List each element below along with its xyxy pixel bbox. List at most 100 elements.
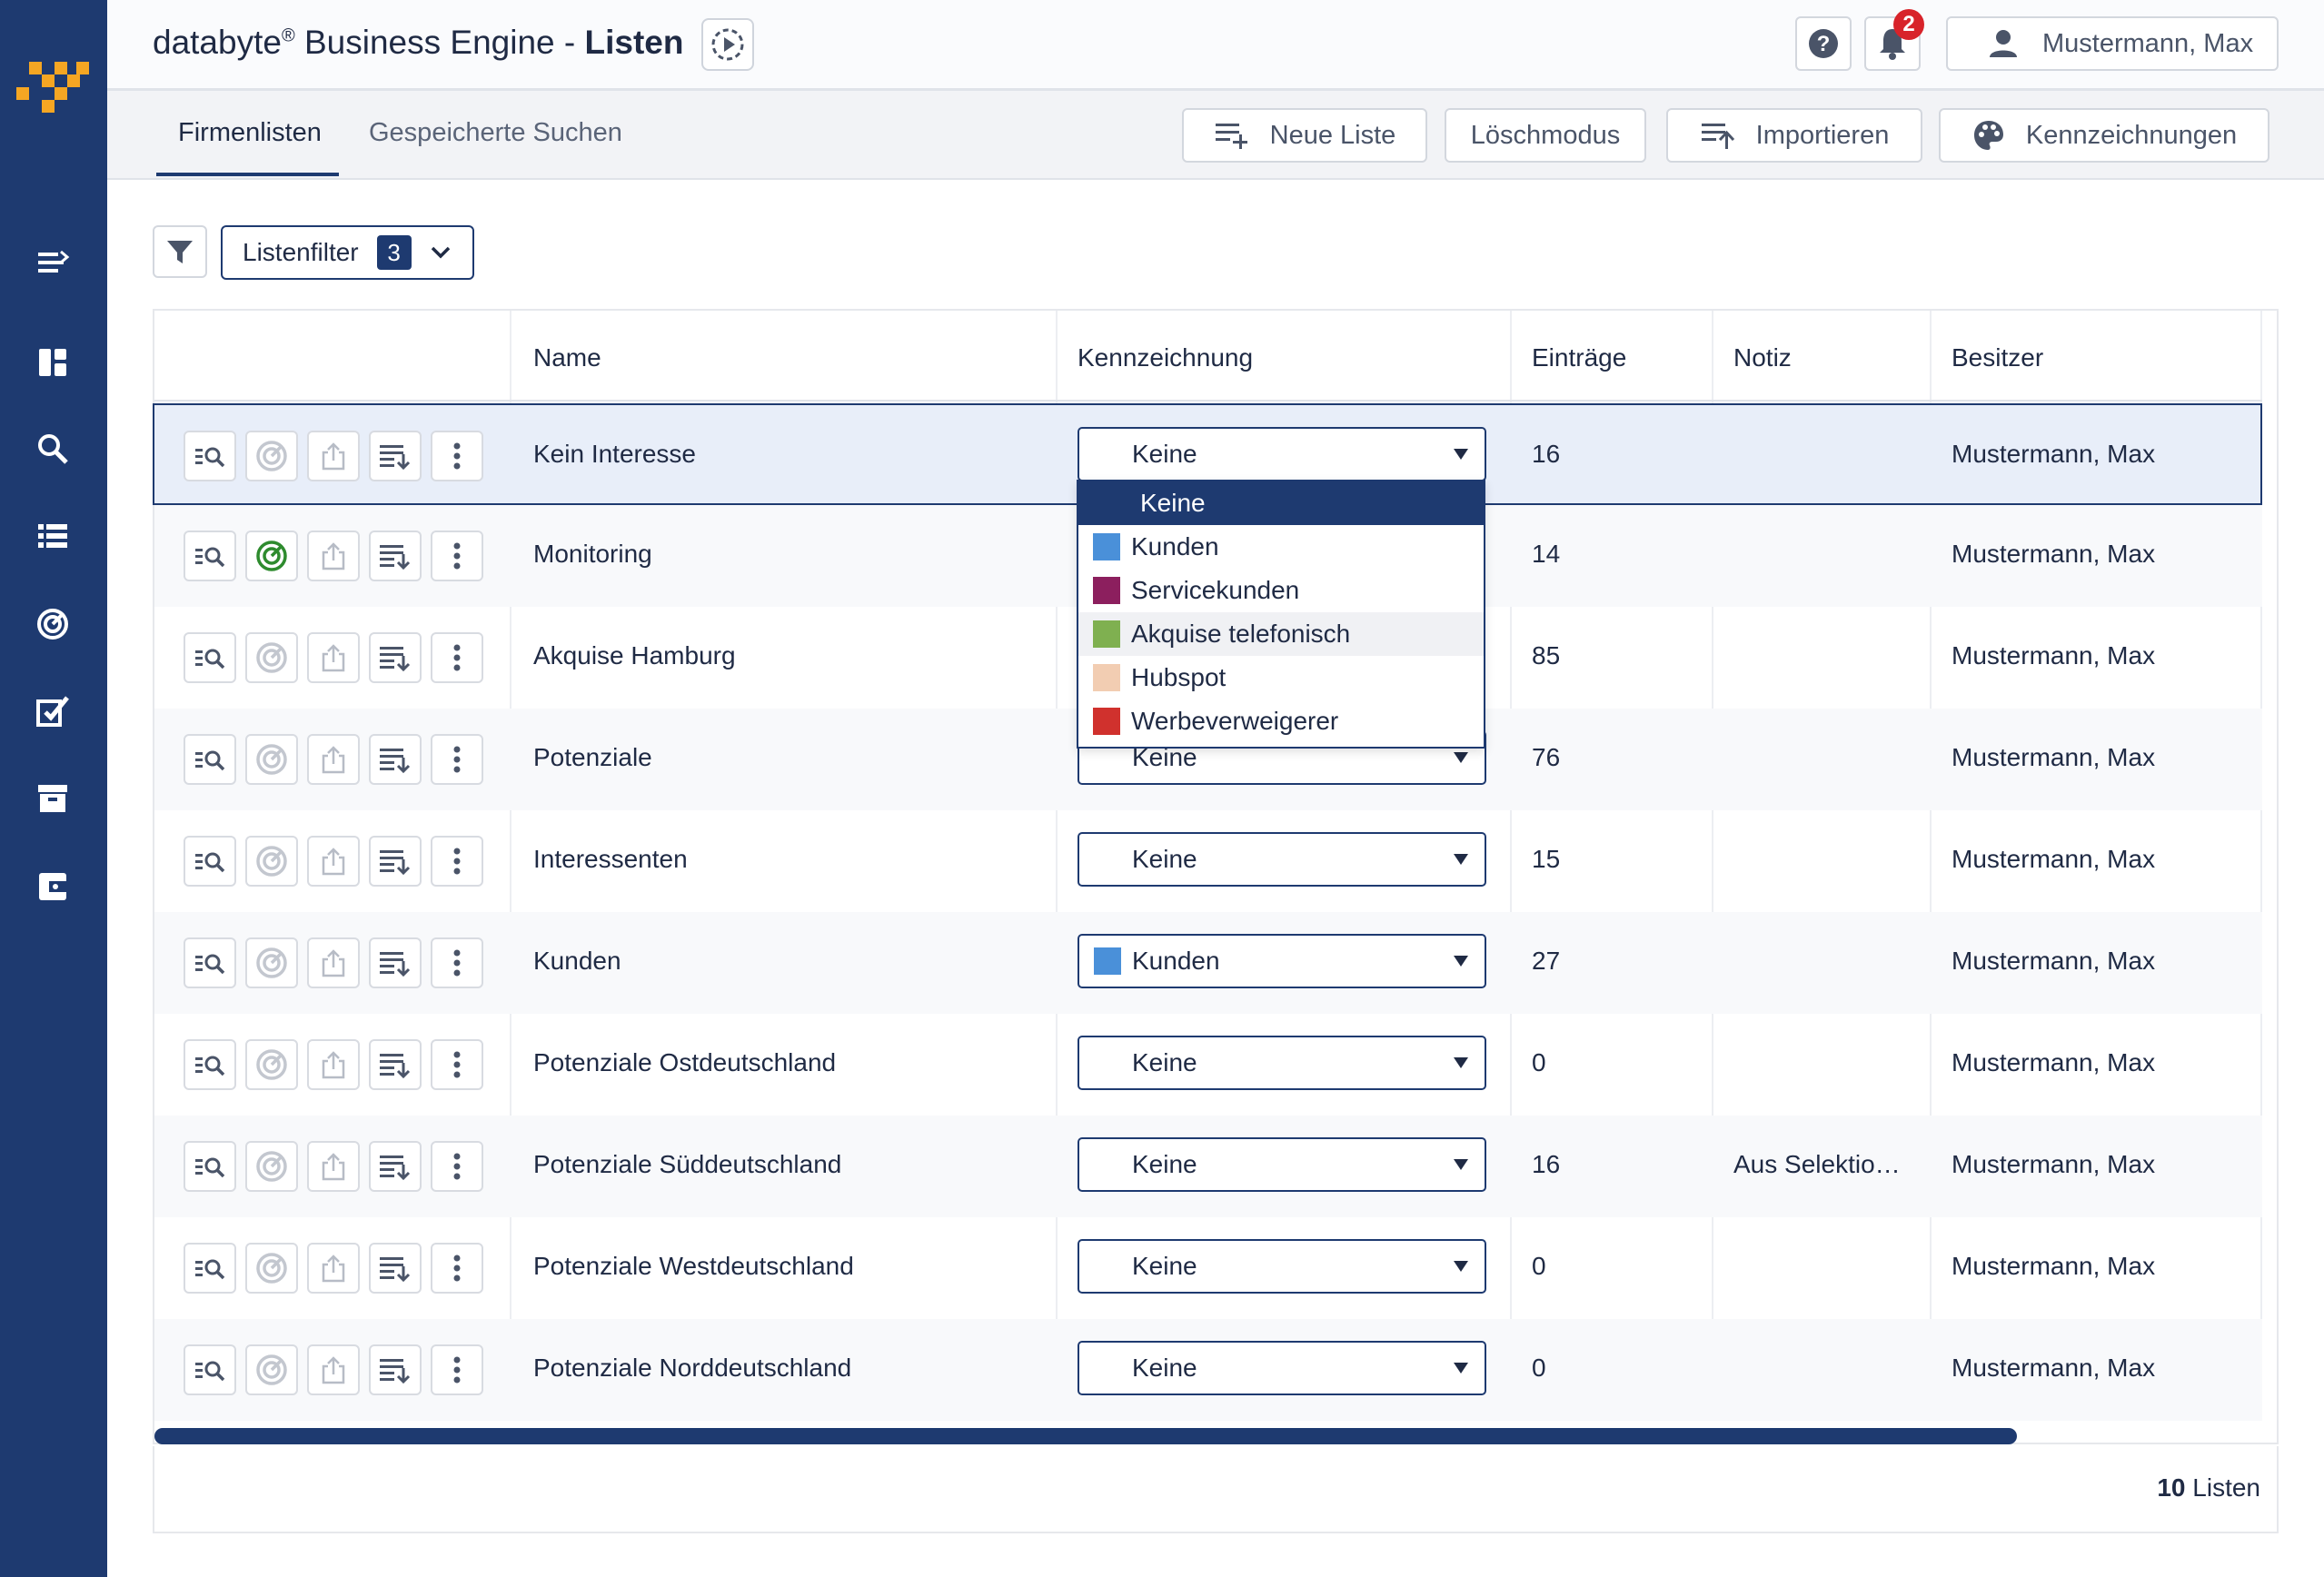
monitoring-toggle-button[interactable] — [245, 632, 298, 683]
dropdown-option-hubspot[interactable]: Hubspot — [1078, 656, 1484, 699]
label-select[interactable]: Keine — [1078, 1036, 1486, 1090]
export-button[interactable] — [307, 632, 360, 683]
dashboard-icon[interactable] — [31, 341, 74, 384]
monitoring-toggle-button[interactable] — [245, 1039, 298, 1090]
import-button[interactable]: Importieren — [1666, 108, 1922, 163]
list-search-icon — [195, 1056, 225, 1076]
owner-name: Mustermann, Max — [1952, 845, 2156, 873]
dropdown-option-kunden[interactable]: Kunden — [1078, 525, 1484, 569]
wallet-icon[interactable] — [31, 865, 74, 908]
label-select[interactable]: Keine — [1078, 1137, 1486, 1192]
open-list-button[interactable] — [184, 632, 236, 683]
more-actions-button[interactable] — [431, 937, 483, 988]
export-button[interactable] — [307, 1039, 360, 1090]
monitoring-toggle-button[interactable] — [245, 1243, 298, 1294]
labels-button[interactable]: Kennzeichnungen — [1939, 108, 2269, 163]
merge-list-button[interactable] — [369, 836, 422, 887]
monitoring-toggle-button[interactable] — [245, 937, 298, 988]
table-row[interactable]: Interessenten Keine 15 Mustermann, Max — [154, 810, 2262, 912]
more-actions-button[interactable] — [431, 1243, 483, 1294]
open-list-button[interactable] — [184, 531, 236, 581]
more-actions-button[interactable] — [431, 431, 483, 481]
tab-gespeicherte-suchen[interactable]: Gespeicherte Suchen — [369, 118, 622, 148]
label-select[interactable]: Keine — [1078, 427, 1486, 481]
lists-icon[interactable] — [31, 514, 74, 558]
export-button[interactable] — [307, 937, 360, 988]
export-button[interactable] — [307, 1141, 360, 1192]
table-row[interactable]: Potenziale Norddeutschland Keine 0 Musterma… — [154, 1319, 2262, 1421]
table-row[interactable]: Kunden Kunden 27 Mustermann, Max — [154, 912, 2262, 1014]
label-select[interactable]: Keine — [1078, 832, 1486, 887]
merge-list-button[interactable] — [369, 1344, 422, 1395]
monitoring-toggle-button[interactable] — [245, 1141, 298, 1192]
list-search-icon — [195, 852, 225, 873]
merge-list-button[interactable] — [369, 734, 422, 785]
monitoring-toggle-button[interactable] — [245, 531, 298, 581]
merge-list-button[interactable] — [369, 531, 422, 581]
user-menu-button[interactable]: Mustermann, Max — [1946, 16, 2279, 71]
export-button[interactable] — [307, 531, 360, 581]
owner-name: Mustermann, Max — [1952, 743, 2156, 771]
table-row[interactable]: Potenziale Süddeutschland Keine 16 Aus Sele… — [154, 1116, 2262, 1217]
column-header-label[interactable]: Kennzeichnung — [1078, 343, 1253, 372]
archive-icon[interactable] — [31, 777, 74, 820]
delete-mode-button[interactable]: Löschmodus — [1445, 108, 1646, 163]
notifications-button[interactable]: 2 — [1864, 9, 1924, 71]
more-actions-button[interactable] — [431, 836, 483, 887]
label-select[interactable]: Keine — [1078, 1239, 1486, 1294]
databyte-logo[interactable] — [16, 62, 89, 116]
monitoring-icon[interactable] — [31, 602, 74, 646]
merge-list-button[interactable] — [369, 1039, 422, 1090]
open-list-button[interactable] — [184, 1141, 236, 1192]
more-actions-button[interactable] — [431, 632, 483, 683]
column-header-owner[interactable]: Besitzer — [1952, 343, 2043, 372]
export-button[interactable] — [307, 431, 360, 481]
label-select[interactable]: Kunden — [1078, 934, 1486, 988]
help-button[interactable]: ? — [1795, 16, 1852, 71]
monitoring-toggle-button[interactable] — [245, 734, 298, 785]
merge-list-button[interactable] — [369, 632, 422, 683]
column-header-note[interactable]: Notiz — [1733, 343, 1792, 372]
open-list-button[interactable] — [184, 937, 236, 988]
open-list-button[interactable] — [184, 1344, 236, 1395]
table-row[interactable]: Potenziale Ostdeutschland Keine 0 Musterman… — [154, 1014, 2262, 1116]
export-button[interactable] — [307, 1344, 360, 1395]
tab-firmenlisten[interactable]: Firmenlisten — [178, 118, 322, 148]
dropdown-option-servicekunden[interactable]: Servicekunden — [1078, 569, 1484, 612]
column-header-entries[interactable]: Einträge — [1532, 343, 1626, 372]
merge-list-button[interactable] — [369, 937, 422, 988]
menu-toggle-icon[interactable] — [31, 241, 74, 284]
table-row[interactable]: Potenziale Westdeutschland Keine 0 Musterma… — [154, 1217, 2262, 1319]
merge-list-button[interactable] — [369, 1141, 422, 1192]
list-filter-dropdown[interactable]: Listenfilter 3 — [221, 225, 474, 280]
more-actions-button[interactable] — [431, 531, 483, 581]
label-select[interactable]: Keine — [1078, 1341, 1486, 1395]
dropdown-option-werbeverweigerer[interactable]: Werbeverweigerer — [1078, 699, 1484, 743]
more-actions-button[interactable] — [431, 1344, 483, 1395]
export-button[interactable] — [307, 734, 360, 785]
open-list-button[interactable] — [184, 836, 236, 887]
tour-play-button[interactable] — [701, 18, 754, 71]
open-list-button[interactable] — [184, 431, 236, 481]
horizontal-scrollbar[interactable] — [154, 1428, 2017, 1444]
export-button[interactable] — [307, 836, 360, 887]
monitoring-toggle-button[interactable] — [245, 836, 298, 887]
dropdown-option-keine[interactable]: Keine — [1078, 481, 1484, 525]
merge-list-button[interactable] — [369, 431, 422, 481]
monitoring-toggle-button[interactable] — [245, 431, 298, 481]
column-header-name[interactable]: Name — [533, 343, 601, 372]
new-list-button[interactable]: Neue Liste — [1182, 108, 1427, 163]
export-button[interactable] — [307, 1243, 360, 1294]
tasks-icon[interactable] — [31, 689, 74, 732]
more-actions-button[interactable] — [431, 734, 483, 785]
open-list-button[interactable] — [184, 1243, 236, 1294]
more-actions-button[interactable] — [431, 1141, 483, 1192]
filter-button[interactable] — [153, 225, 207, 278]
more-actions-button[interactable] — [431, 1039, 483, 1090]
open-list-button[interactable] — [184, 1039, 236, 1090]
monitoring-toggle-button[interactable] — [245, 1344, 298, 1395]
open-list-button[interactable] — [184, 734, 236, 785]
merge-list-button[interactable] — [369, 1243, 422, 1294]
search-icon[interactable] — [31, 427, 74, 471]
dropdown-option-akquise-telefonisch[interactable]: Akquise telefonisch — [1078, 612, 1484, 656]
